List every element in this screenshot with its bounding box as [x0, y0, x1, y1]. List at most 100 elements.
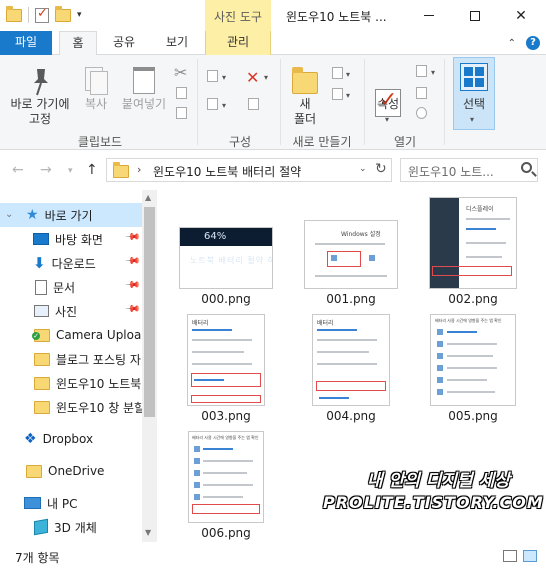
delete-icon[interactable]: ✕ — [246, 68, 259, 87]
cut-icon[interactable]: ✂ — [174, 63, 187, 82]
nav-item-dropbox[interactable]: ❖ Dropbox — [0, 427, 142, 451]
copy-to-icon[interactable] — [207, 98, 218, 110]
nav-item-win10-laptop[interactable]: 윈도우10 노트북 — [0, 371, 142, 395]
search-icon — [521, 162, 532, 173]
file-item[interactable]: 배터리 사용 시간에 영향을 주는 앱 확인 005.png — [425, 314, 521, 427]
file-name: 005.png — [448, 409, 498, 423]
watermark-line-1: 내 안의 디지털 세상 — [367, 471, 510, 491]
select-label: 선택 — [462, 97, 486, 111]
tab-share[interactable]: 공유 — [104, 31, 144, 55]
file-item[interactable]: 64% 노트북 배터리 절약 하는 방법 000.png — [178, 220, 274, 310]
nav-item-3d-objects[interactable]: 3D 개체 — [0, 515, 142, 539]
title-bar: ▾ 사진 도구 윈도우10 노트북 ... ✕ — [0, 0, 546, 31]
nav-quick-access[interactable]: ⌄ ★ 바로 가기 — [0, 203, 142, 227]
maximize-button[interactable] — [452, 0, 498, 31]
properties-button[interactable]: 속성 — [370, 97, 406, 112]
refresh-icon[interactable]: ↻ — [375, 161, 387, 177]
edit-icon[interactable] — [416, 87, 427, 99]
easy-access-icon[interactable] — [332, 88, 343, 100]
file-item[interactable]: 배터리 003.png — [178, 314, 274, 427]
collapse-ribbon-icon[interactable]: ⌃ — [508, 38, 516, 49]
breadcrumb-path[interactable]: 윈도우10 노트북 배터리 절약 — [153, 163, 301, 180]
file-item[interactable]: 배터리 사용 시간에 영향을 주는 앱 확인 006.png — [178, 431, 274, 544]
file-thumbnail: 배터리 사용 시간에 영향을 주는 앱 확인 — [430, 314, 516, 406]
folder-icon — [26, 464, 42, 478]
nav-item-desktop[interactable]: 바탕 화면 📌 — [0, 227, 142, 251]
minimize-button[interactable] — [406, 0, 452, 31]
file-item[interactable]: 디스플레이 002.png — [425, 197, 521, 310]
new-folder-button[interactable]: 새 폴더 — [288, 97, 322, 127]
nav-item-blog-posting[interactable]: 블로그 포스팅 자 — [0, 347, 142, 371]
nav-item-this-pc[interactable]: 내 PC — [0, 491, 142, 515]
nav-item-win10-split[interactable]: 윈도우10 창 분할 — [0, 395, 142, 419]
tab-file[interactable]: 파일 — [0, 31, 52, 55]
properties-icon[interactable] — [35, 6, 49, 23]
tab-view[interactable]: 보기 — [154, 31, 200, 55]
file-name: 000.png — [201, 292, 251, 306]
pin-icon: 📌 — [123, 253, 141, 270]
back-button[interactable]: ← — [12, 162, 24, 178]
history-icon[interactable] — [416, 107, 427, 119]
nav-item-documents[interactable]: 문서 📌 — [0, 275, 142, 299]
folder-icon — [113, 162, 129, 178]
cube-icon — [34, 518, 48, 536]
search-box[interactable]: 윈도우10 노트... — [400, 158, 538, 182]
paste-shortcut-icon[interactable] — [176, 107, 187, 119]
tab-home[interactable]: 홈 — [59, 31, 97, 56]
file-item[interactable]: Windows 설정 001.png — [303, 220, 399, 310]
file-item[interactable]: 배터리 004.png — [303, 314, 399, 427]
breadcrumb-separator-icon[interactable]: › — [137, 163, 141, 176]
file-name: 004.png — [326, 409, 376, 423]
nav-item-onedrive[interactable]: OneDrive — [0, 459, 142, 483]
file-thumbnail: 디스플레이 — [429, 197, 517, 289]
pin-icon: 📌 — [123, 301, 141, 318]
help-icon[interactable]: ? — [526, 36, 540, 50]
forward-button[interactable]: → — [40, 162, 52, 178]
address-bar[interactable]: › 윈도우10 노트북 배터리 절약 ⌄ ↻ — [106, 158, 392, 182]
file-name: 003.png — [201, 409, 251, 423]
folder-icon[interactable] — [6, 5, 22, 22]
scroll-up-icon[interactable]: ▲ — [145, 193, 151, 202]
large-icons-view-icon[interactable] — [523, 550, 537, 562]
context-tab-header: 사진 도구 — [205, 0, 271, 31]
up-button[interactable]: ↑ — [86, 162, 98, 178]
file-thumbnail: Windows 설정 — [304, 220, 398, 289]
nav-item-downloads[interactable]: ⬇ 다운로드 📌 — [0, 251, 142, 275]
paste-button[interactable]: 붙여넣기 — [118, 97, 170, 112]
address-row: ← → ▾ ↑ › 윈도우10 노트북 배터리 절약 ⌄ ↻ 윈도우10 노트.… — [0, 150, 546, 190]
address-dropdown-icon[interactable]: ⌄ — [359, 164, 367, 174]
folder-icon — [34, 352, 50, 366]
ribbon: 바로 가기에 고정 복사 붙여넣기 ✂ 클립보드 ▾ ▾ ✕ ▾ 구성 새 폴더… — [0, 55, 546, 150]
file-name: 001.png — [326, 292, 376, 306]
copy-button[interactable]: 복사 — [80, 97, 112, 112]
navigation-pane: ⌄ ★ 바로 가기 바탕 화면 📌 ⬇ 다운로드 📌 문서 📌 사진 📌 Cam… — [0, 190, 157, 542]
recent-locations-button[interactable]: ▾ — [68, 166, 73, 176]
maximize-icon — [470, 10, 480, 21]
customize-toolbar-icon[interactable]: ▾ — [77, 10, 82, 20]
new-folder-icon[interactable] — [55, 5, 71, 22]
rename-icon[interactable] — [248, 98, 259, 110]
scrollbar-thumb[interactable] — [144, 207, 155, 417]
copy-path-icon[interactable] — [176, 87, 187, 99]
scroll-down-icon[interactable]: ▼ — [145, 528, 151, 537]
organize-group-label: 구성 — [228, 135, 252, 149]
new-item-icon[interactable] — [332, 67, 343, 79]
nav-scrollbar[interactable]: ▲ ▼ — [142, 190, 157, 542]
item-count: 7개 항목 — [15, 551, 60, 565]
expand-icon[interactable]: ⌄ — [5, 209, 13, 220]
tab-manage[interactable]: 관리 — [205, 31, 271, 55]
folder-icon — [34, 376, 50, 390]
pin-icon: 📌 — [123, 229, 141, 246]
status-bar: 7개 항목 — [0, 542, 546, 570]
watermark: 내 안의 디지털 세상 PROLITE.TISTORY.COM — [315, 466, 543, 526]
pin-quick-access-button[interactable]: 바로 가기에 고정 — [4, 97, 76, 127]
open-icon[interactable] — [416, 65, 427, 77]
details-view-icon[interactable] — [503, 550, 517, 562]
nav-item-camera-uploads[interactable]: Camera Uploads — [0, 323, 142, 347]
nav-item-pictures[interactable]: 사진 📌 — [0, 299, 142, 323]
move-to-icon[interactable] — [207, 70, 218, 82]
star-icon: ★ — [26, 207, 39, 223]
close-button[interactable]: ✕ — [498, 0, 544, 31]
download-icon: ⬇ — [33, 254, 46, 272]
folder-icon — [34, 400, 50, 414]
